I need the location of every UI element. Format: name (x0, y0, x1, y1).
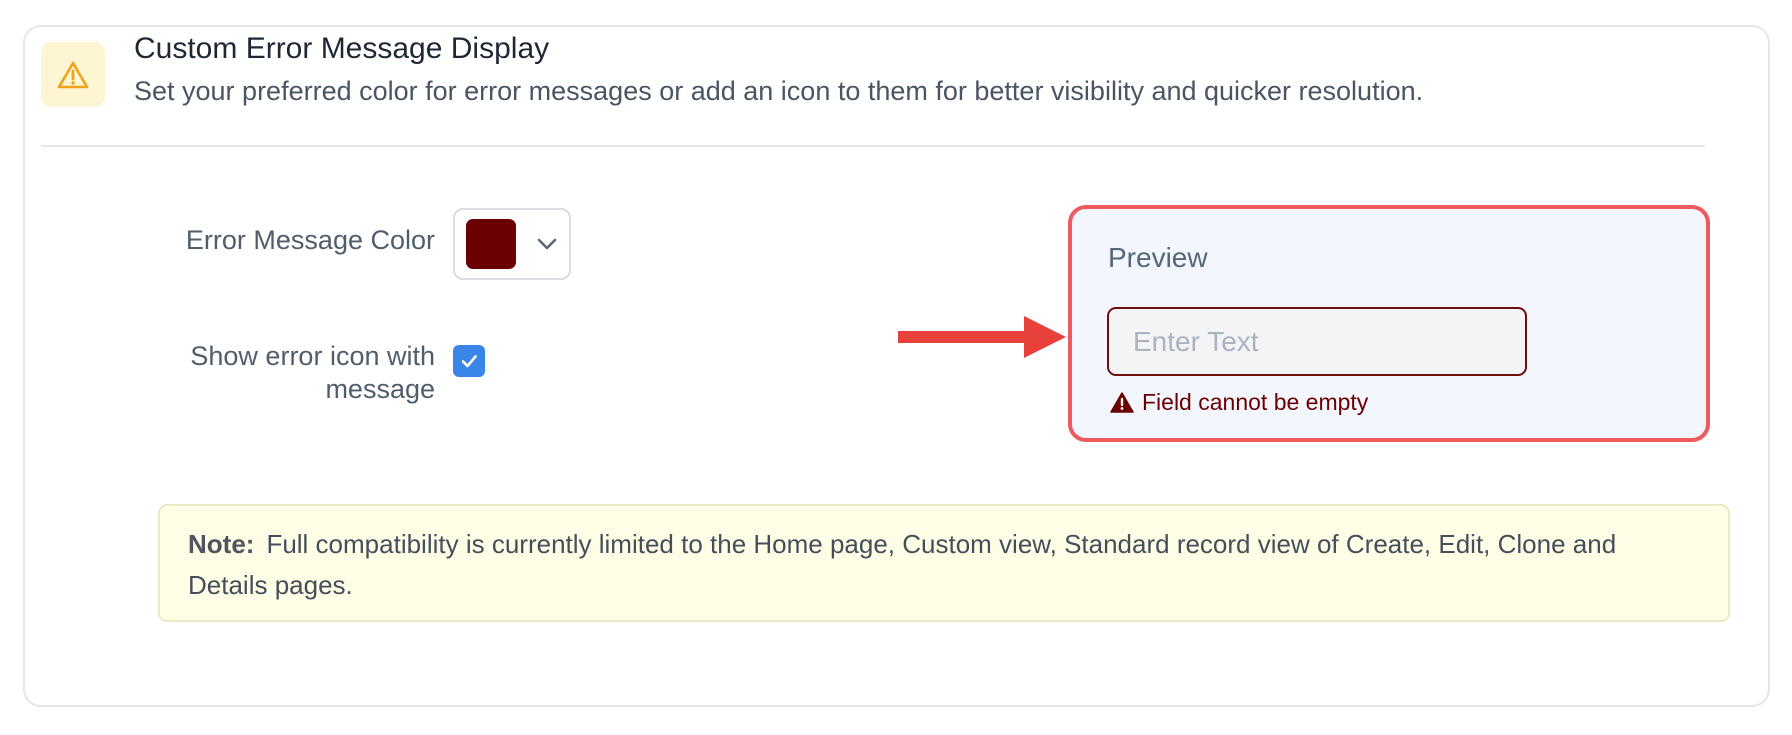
error-text: Field cannot be empty (1142, 389, 1369, 415)
section-title: Custom Error Message Display (134, 32, 550, 65)
header-icon-badge (41, 42, 105, 107)
note-text: Full compatibility is currently limited … (188, 529, 1617, 600)
preview-title: Preview (1108, 242, 1208, 273)
pointer-arrow (898, 316, 1066, 358)
show-error-icon-checkbox[interactable] (453, 345, 485, 377)
note-label: Note: (188, 529, 255, 559)
preview-text-input[interactable] (1107, 307, 1527, 376)
preview-error-message: Field cannot be empty (1110, 389, 1368, 416)
error-color-picker[interactable] (453, 208, 571, 280)
show-error-icon-label: Show error icon with message (190, 341, 435, 404)
color-swatch (466, 219, 516, 269)
error-color-label: Error Message Color (185, 225, 435, 255)
divider (41, 145, 1705, 147)
warning-triangle-icon (57, 61, 89, 88)
checkmark-icon (461, 355, 477, 368)
error-warning-icon (1110, 392, 1134, 413)
section-description: Set your preferred color for error messa… (134, 76, 1424, 106)
chevron-down-icon (537, 238, 557, 250)
compatibility-note: Note: Full compatibility is currently lim… (158, 504, 1730, 622)
